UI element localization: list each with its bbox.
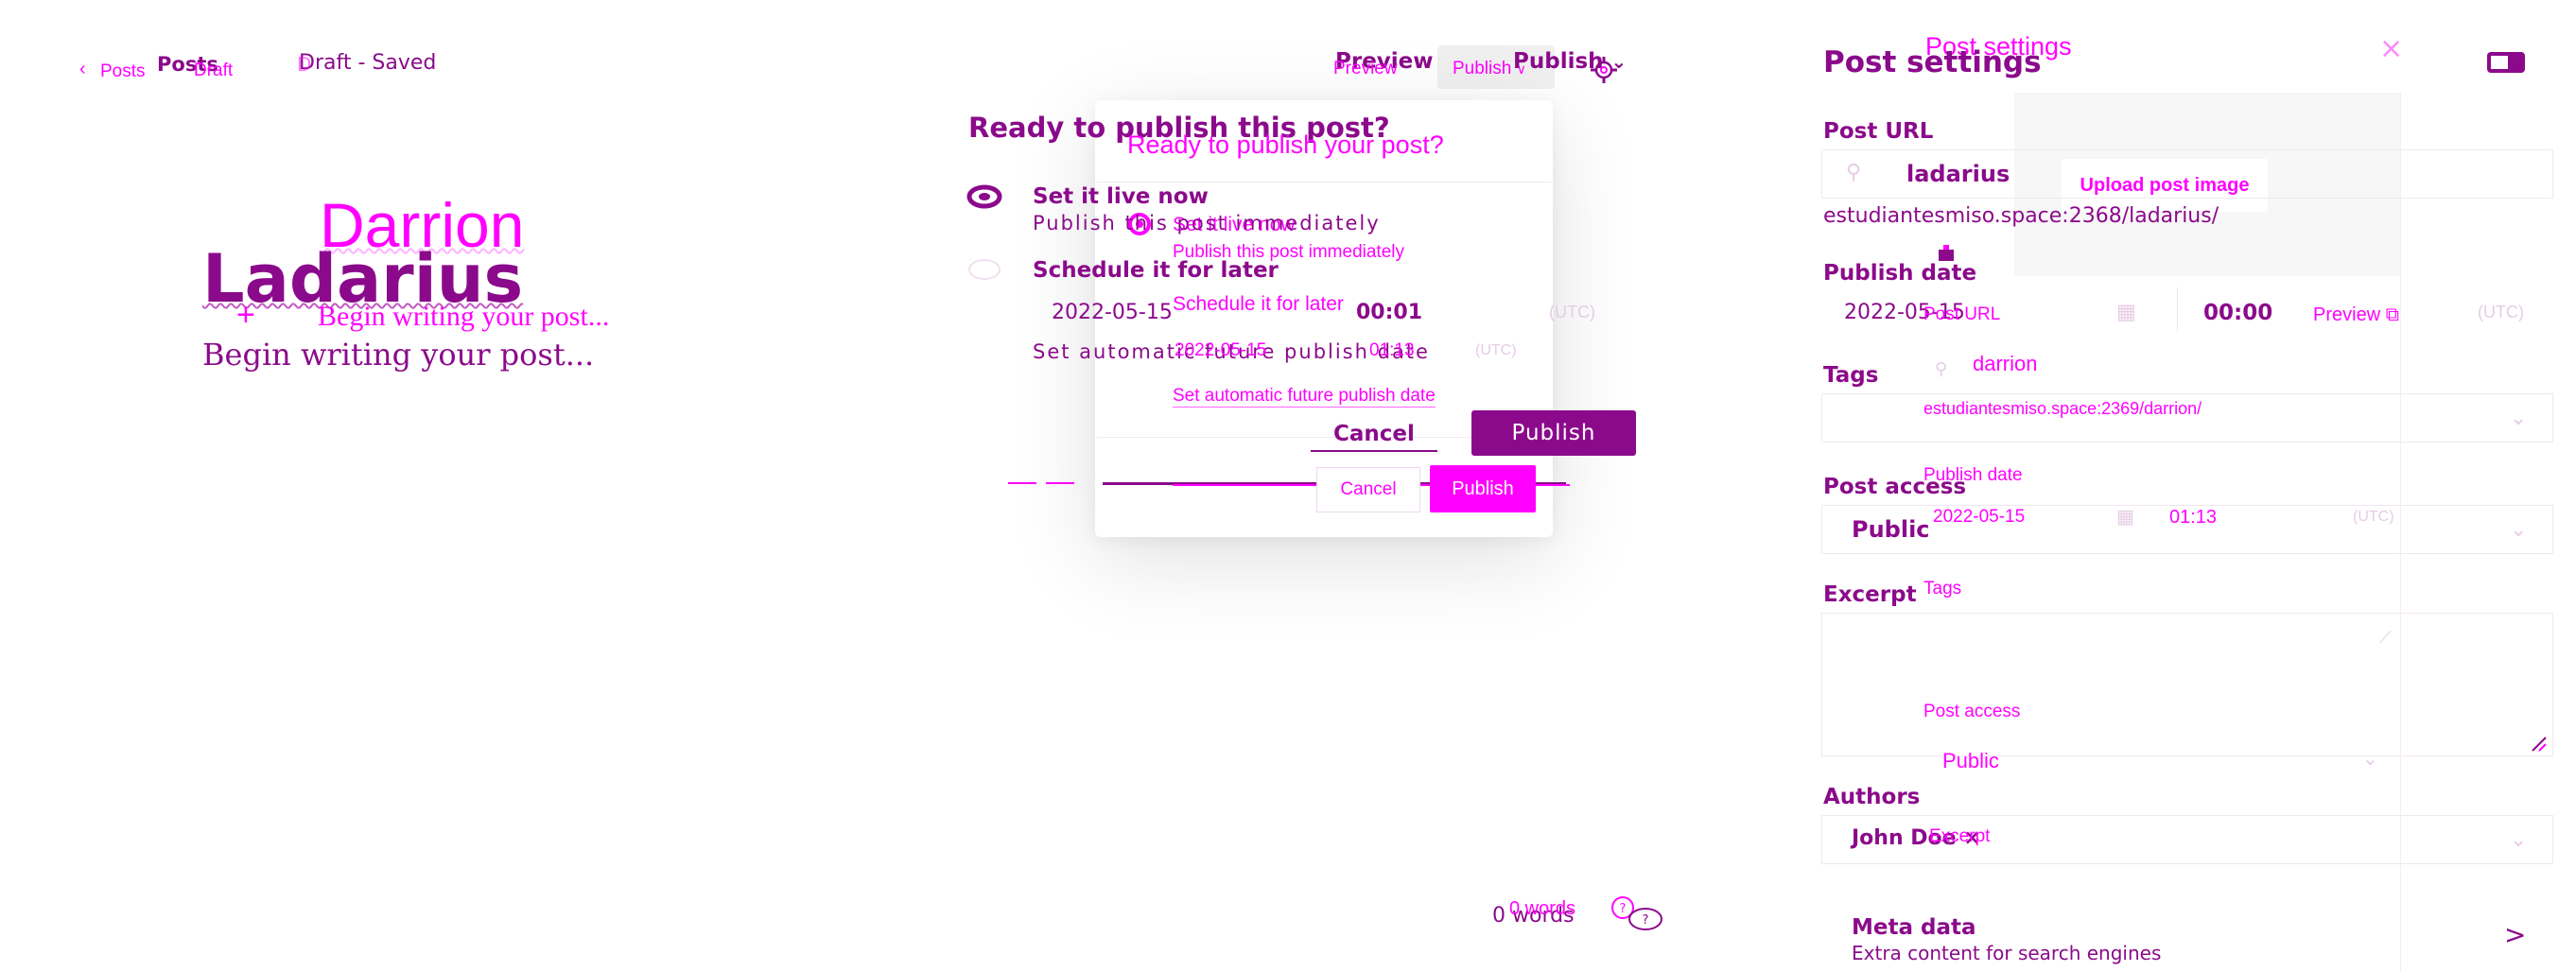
resize-handle-icon[interactable] [2529, 734, 2548, 756]
access-chevron-down-icon-alt[interactable]: ⌄ [2362, 747, 2378, 770]
post-access-label-alt: Post access [1923, 702, 2021, 721]
full-url-alt: estudiantesmiso.space:2369/darrion/ [1923, 399, 2202, 418]
publish-timezone: (UTC) [2478, 303, 2524, 321]
settings-gear-icon[interactable] [1589, 55, 1619, 89]
meta-data-arrow-icon[interactable]: > [2504, 919, 2526, 950]
authors-chevron-down-icon[interactable]: ⌄ [2510, 828, 2527, 852]
future-hint-alt: Set automatic future publish date [1173, 386, 1436, 408]
schedule-time[interactable]: 00:01 [1356, 301, 1422, 324]
publish-time-input[interactable]: 00:00 [2203, 301, 2272, 325]
publish-time-input-alt[interactable]: 01:13 [2169, 507, 2217, 529]
settings-title: Post settings [1823, 45, 2042, 79]
radio-now[interactable] [966, 184, 1002, 213]
image-icon [1937, 244, 1956, 263]
save-status: Draft - Saved [299, 51, 437, 75]
option-later-label[interactable]: Schedule it for later [1033, 258, 1279, 283]
full-url: estudiantesmiso.space:2368/ladarius/ [1823, 204, 2219, 228]
access-select-alt[interactable]: Public [1942, 749, 1999, 773]
preview-link[interactable]: Preview ⧉ [2313, 304, 2399, 326]
access-chevron-down-icon[interactable]: ⌄ [2510, 518, 2527, 542]
add-card-plus-icon[interactable]: + [236, 297, 255, 334]
schedule-time-alt[interactable]: 01:13 [1369, 340, 1415, 361]
tags-label: Tags [1823, 363, 1879, 388]
authors-label: Authors [1823, 785, 1921, 809]
external-link-icon: ⧉ [2385, 304, 2399, 325]
slug-input[interactable]: ladarius [1906, 161, 2010, 187]
body-placeholder[interactable]: Begin writing your post... [202, 337, 594, 373]
link-icon-alt: ⚲ [1935, 359, 1948, 379]
save-status-alt: D [297, 53, 311, 76]
publish-date-label: Publish date [1823, 261, 1977, 286]
overlay-edge-line [2400, 93, 2401, 972]
publish-button[interactable]: Publish [1471, 410, 1636, 456]
editor-screen: ‹ Posts Posts Draft Draft - Saved D Prev… [0, 0, 2576, 972]
tags-label-alt: Tags [1923, 579, 1962, 599]
dash-decor-2 [1046, 482, 1074, 484]
schedule-timezone-alt: (UTC) [1475, 342, 1517, 358]
cancel-button[interactable]: Cancel [1311, 422, 1437, 452]
option-now-label[interactable]: Set it live now [1033, 184, 1209, 209]
word-count-alt: 0 words [1509, 898, 1576, 919]
close-icon[interactable]: × [2379, 32, 2403, 65]
post-access-label: Post access [1823, 475, 1967, 499]
excerpt-label-alt: Excerpt [1929, 826, 1991, 846]
access-select[interactable]: Public [1852, 516, 1930, 543]
back-chevron-icon[interactable]: ‹ [79, 59, 86, 80]
option-later-label-alt[interactable]: Schedule it for later [1173, 293, 1344, 316]
dash-decor-1 [1008, 482, 1036, 484]
excerpt-field[interactable] [1821, 613, 2553, 756]
draft-label-alt: Draft [194, 61, 234, 80]
schedule-date-alt[interactable]: 2022-05-15 [1175, 340, 1266, 361]
post-url-label: Post URL [1823, 119, 1934, 144]
date-time-divider [2177, 287, 2178, 331]
option-now-desc: Publish this post immediately [1033, 212, 1381, 234]
preview-button-alt[interactable]: Preview [1333, 59, 1398, 79]
tags-chevron-down-icon[interactable]: ⌄ [2510, 407, 2527, 430]
publish-button-alt[interactable]: Publish [1430, 465, 1536, 512]
schedule-timezone: (UTC) [1549, 303, 1595, 321]
svg-text:?: ? [1620, 902, 1627, 916]
svg-text:?: ? [1643, 913, 1649, 928]
draft-word: D [297, 53, 312, 76]
link-icon: ⚲ [1846, 161, 1862, 184]
radio-later[interactable] [966, 257, 1002, 286]
excerpt-label: Excerpt [1823, 582, 1917, 607]
post-url-label-alt: Post URL [1923, 304, 2001, 324]
meta-data-title[interactable]: Meta data [1852, 915, 1976, 940]
help-icon[interactable]: ? ? [1608, 894, 1668, 936]
calendar-icon-alt[interactable]: ▦ [2116, 505, 2134, 528]
publish-heading-alt: Ready to publish your post? [1127, 130, 1444, 159]
preview-link-label: Preview [2313, 304, 2381, 325]
slug-input-alt[interactable]: darrion [1973, 352, 2037, 376]
publish-date-input-alt[interactable]: 2022-05-15 [1933, 507, 2025, 528]
meta-data-description: Extra content for search engines [1852, 942, 2162, 964]
posts-link-alt[interactable]: Posts [100, 61, 146, 82]
publish-timezone-alt: (UTC) [2353, 509, 2394, 525]
calendar-icon[interactable]: ▦ [2116, 301, 2136, 324]
body-placeholder-alt[interactable]: Begin writing your post... [318, 301, 609, 333]
tags-resize-icon-alt: ⟋ [2379, 628, 2392, 648]
sidebar-toggle-icon[interactable] [2487, 51, 2525, 78]
publish-trigger-label: Publish [1453, 59, 1512, 78]
cancel-button-alt[interactable]: Cancel [1316, 467, 1420, 512]
schedule-date[interactable]: 2022-05-15 [1052, 301, 1173, 324]
